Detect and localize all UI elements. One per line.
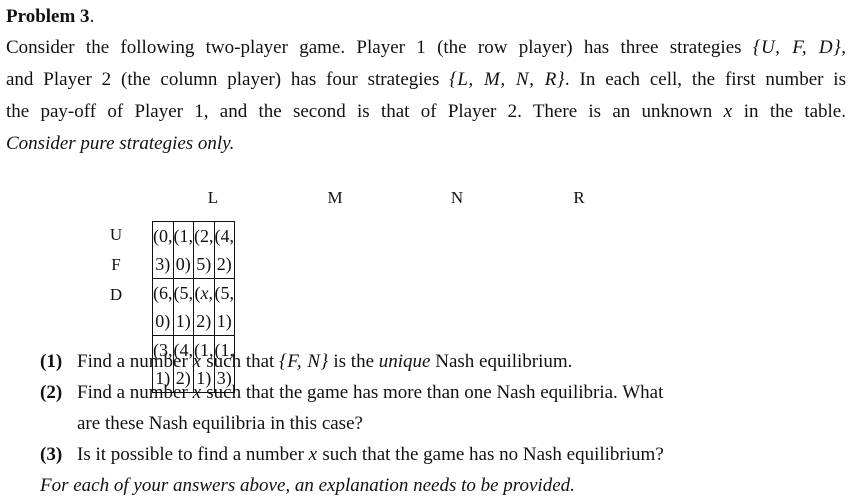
- math-x: x: [308, 444, 318, 465]
- payoff-cell: (5, 1): [213, 278, 235, 336]
- row-header-d: D: [109, 285, 123, 304]
- math-unknown-x: x: [723, 101, 733, 122]
- payoff-cell: (4, 2): [213, 221, 235, 279]
- payoff-cell-unknown: (x, 2): [193, 278, 215, 336]
- question-text: Find a number: [77, 351, 193, 372]
- intro-text: ,: [841, 37, 846, 58]
- intro-line-1: Consider the following two-player game. …: [6, 32, 846, 64]
- question-1: (1) Find a number x such that {F, N} is t…: [40, 346, 840, 377]
- table-row: (0, 3) (1, 0) (2, 5) (4, 2): [152, 221, 235, 279]
- intro-text: in the table.: [732, 101, 846, 122]
- math-x: x: [192, 351, 202, 372]
- question-text: Nash equilibrium.: [430, 351, 573, 372]
- math-player1-strategies: {U, F, D}: [752, 37, 842, 58]
- column-header-n: N: [450, 188, 464, 207]
- math-x: x: [200, 283, 209, 303]
- intro-italic-note: Consider pure strategies only.: [6, 133, 235, 154]
- column-header-r: R: [573, 188, 585, 207]
- row-header-f: F: [111, 255, 121, 274]
- intro-line-3: the pay-off of Player 1, and the second …: [6, 96, 846, 128]
- question-2: (2) Find a number x such that the game ha…: [40, 377, 840, 408]
- payoff-cell: (5, 1): [172, 278, 194, 336]
- intro-text: Consider the following two-player game. …: [6, 37, 753, 58]
- question-text: such that: [201, 351, 280, 372]
- intro-text: and Player 2 (the column player) has fou…: [6, 69, 450, 90]
- intro-text: . In each cell, the first number is: [564, 69, 846, 90]
- question-text: such that the game has no Nash equilibri…: [317, 444, 664, 465]
- question-text: Is it possible to find a number: [77, 444, 309, 465]
- payoff-cell: (1, 0): [172, 221, 194, 279]
- math-x: x: [192, 382, 202, 403]
- problem-intro: Consider the following two-player game. …: [6, 32, 846, 160]
- question-2-continuation: are these Nash equilibria in this case?: [77, 413, 363, 434]
- problem-title-period: .: [89, 6, 95, 27]
- question-text: is the: [328, 351, 379, 372]
- problem-title-text: Problem 3: [6, 6, 90, 27]
- payoff-cell: (2, 5): [193, 221, 215, 279]
- row-header-u: U: [109, 225, 123, 244]
- question-text: Find a number: [77, 382, 193, 403]
- table-row: (6, 0) (5, 1) (x, 2) (5, 1): [152, 278, 235, 336]
- question-list: (1) Find a number x such that {F, N} is t…: [40, 346, 840, 501]
- question-text: such that the game has more than one Nas…: [201, 382, 664, 403]
- footer-note: For each of your answers above, an expla…: [40, 475, 575, 496]
- question-number: (2): [40, 382, 63, 403]
- intro-line-2: and Player 2 (the column player) has fou…: [6, 64, 846, 96]
- intro-text: the pay-off of Player 1, and the second …: [6, 101, 724, 122]
- question-3: (3) Is it possible to find a number x suc…: [40, 439, 840, 470]
- math-strategy-profile: {F, N}: [279, 351, 329, 372]
- column-header-m: M: [327, 188, 343, 207]
- math-player2-strategies: {L, M, N, R}: [449, 69, 565, 90]
- column-header-l: L: [207, 188, 219, 207]
- question-number: (1): [40, 351, 63, 372]
- payoff-cell: (0, 3): [152, 221, 174, 279]
- problem-title: Problem 3.: [6, 4, 94, 30]
- question-number: (3): [40, 444, 63, 465]
- emphasis-unique: unique: [378, 351, 431, 372]
- payoff-cell: (6, 0): [152, 278, 174, 336]
